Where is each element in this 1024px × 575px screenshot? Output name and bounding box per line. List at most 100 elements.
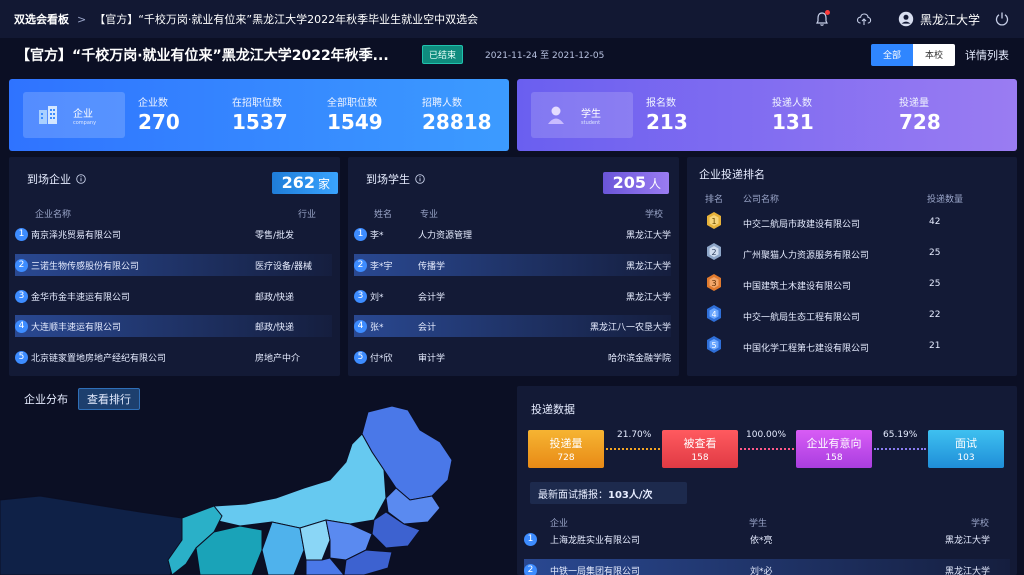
china-map[interactable] <box>0 400 510 575</box>
funnel-step-applications[interactable]: 投递量 728 <box>528 430 604 468</box>
rank-number: 5 <box>15 350 28 364</box>
company-count-unit: 家 <box>317 177 330 191</box>
breadcrumb-root[interactable]: 双选会看板 <box>14 11 69 27</box>
student-stats-banner: 学生 student 报名数 213 投递人数 131 投递量 728 <box>517 79 1017 151</box>
rank-number: 2 <box>15 258 28 272</box>
table-header: 排名 公司名称 投递数量 <box>687 192 1017 206</box>
company-count-badge: 262 家 <box>271 172 338 194</box>
table-row[interactable]: 1 上海龙胜实业有限公司 依*亮 黑龙江大学 <box>524 528 1010 550</box>
notification-dot <box>824 10 830 15</box>
industry: 医疗设备/器械 <box>255 261 313 272</box>
enterprise-tag-label: 企业 <box>73 108 93 120</box>
rank-number: 5 <box>354 350 367 364</box>
funnel-step-viewed[interactable]: 被查看 158 <box>662 430 738 468</box>
enterprise-tag: 企业 company <box>23 92 125 138</box>
stat-value: 131 <box>772 110 814 134</box>
table-row[interactable]: 3 刘* 会计学 黑龙江大学 <box>354 285 671 307</box>
column-header: 姓名 <box>374 210 393 220</box>
info-icon[interactable] <box>415 174 425 184</box>
column-header: 企业名称 <box>35 210 72 220</box>
table-row[interactable]: 2 三诺生物传感股份有限公司 医疗设备/器械 <box>15 254 332 276</box>
student-tag-sublabel: student <box>581 119 601 126</box>
funnel-step-interview[interactable]: 面试 103 <box>928 430 1004 468</box>
rank-number: 5 <box>711 341 717 350</box>
table-header: 企业名称 行业 <box>9 207 340 221</box>
filter-school-button[interactable]: 本校 <box>913 43 955 66</box>
company-name: 中铁一局集团有限公司 <box>550 566 641 575</box>
rank-number: 3 <box>354 289 367 303</box>
table-row[interactable]: 2 中铁一局集团有限公司 刘*必 黑龙江大学 <box>524 559 1010 575</box>
arrived-students-title: 到场学生 <box>366 173 410 186</box>
table-row[interactable]: 5 北京链家置地房地产经纪有限公司 房地产中介 <box>15 346 332 368</box>
student-school: 黑龙江大学 <box>625 230 671 241</box>
rank-number: 2 <box>711 248 717 257</box>
company-name: 中交一航局生态工程有限公司 <box>743 313 861 323</box>
table-row[interactable]: 4 张* 会计 黑龙江八一农垦大学 <box>354 315 671 337</box>
detail-list-link[interactable]: 详情列表 <box>965 47 1009 63</box>
student-school: 黑龙江大学 <box>944 566 990 575</box>
table-row[interactable]: 1 南京泽兆贸易有限公司 零售/批发 <box>15 223 332 245</box>
ranking-row[interactable]: 3 中国建筑土木建设有限公司 25 <box>687 272 1017 296</box>
stat-value: 28818 <box>422 110 492 134</box>
rank-number: 4 <box>354 319 367 333</box>
power-icon[interactable] <box>994 11 1010 27</box>
company-name: 中交二航局市政建设有限公司 <box>743 220 861 230</box>
column-header: 公司名称 <box>743 195 780 205</box>
funnel-rate: 100.00% <box>746 430 787 440</box>
rank-number: 1 <box>354 227 367 241</box>
student-count: 205 <box>612 173 646 192</box>
arrived-students-panel: 到场学生 205 人 姓名 专业 学校 1 李* 人力资源管理 黑龙江大学 2 … <box>348 157 679 376</box>
table-row[interactable]: 4 大连顺丰速运有限公司 邮政/快递 <box>15 315 332 337</box>
student-major: 会计 <box>418 322 437 333</box>
funnel-step-interested[interactable]: 企业有意向 158 <box>796 430 872 468</box>
company-name: 大连顺丰速运有限公司 <box>31 322 122 333</box>
table-row[interactable]: 5 付*欣 审计学 哈尔滨金融学院 <box>354 346 671 368</box>
filter-all-button[interactable]: 全部 <box>871 43 913 66</box>
company-name: 金华市金丰速运有限公司 <box>31 292 131 303</box>
arrived-companies-title: 到场企业 <box>27 173 71 186</box>
ranking-row[interactable]: 4 中交一航局生态工程有限公司 22 <box>687 303 1017 327</box>
stat-label: 报名数 <box>646 98 676 109</box>
delivery-count: 42 <box>929 217 941 227</box>
industry: 邮政/快递 <box>255 322 295 333</box>
top-bar: 双选会看板 > 【官方】“千校万岗·就业有位来”黑龙江大学2022年秋季毕业生就… <box>0 0 1024 38</box>
ranking-row[interactable]: 1 中交二航局市政建设有限公司 42 <box>687 210 1017 234</box>
ranking-row[interactable]: 2 广州聚猫人力资源服务有限公司 25 <box>687 241 1017 265</box>
delivery-ranking-title: 企业投递排名 <box>699 168 765 181</box>
company-count: 262 <box>281 173 315 192</box>
building-icon <box>39 106 57 124</box>
current-school-name[interactable]: 黑龙江大学 <box>920 11 980 28</box>
table-row[interactable]: 2 李*宇 传播学 黑龙江大学 <box>354 254 671 276</box>
user-avatar-icon[interactable] <box>898 11 914 27</box>
table-row[interactable]: 3 金华市金丰速运有限公司 邮政/快递 <box>15 285 332 307</box>
stat-applicants: 投递人数 131 <box>772 94 814 134</box>
company-name: 南京泽兆贸易有限公司 <box>31 230 122 241</box>
rank-number: 1 <box>524 532 537 546</box>
student-name: 刘* <box>370 292 384 303</box>
column-header: 专业 <box>420 210 439 220</box>
cloud-upload-icon[interactable] <box>856 11 872 27</box>
funnel-step-label: 被查看 <box>683 437 717 450</box>
scope-toggle: 全部 本校 <box>871 43 955 66</box>
company-name: 三诺生物传感股份有限公司 <box>31 261 140 272</box>
enterprise-tag-sublabel: company <box>73 119 97 126</box>
stat-label: 招聘人数 <box>422 98 462 109</box>
arrived-companies-panel: 到场企业 262 家 企业名称 行业 1 南京泽兆贸易有限公司 零售/批发 2 … <box>9 157 340 376</box>
broadcast-value: 103人/次 <box>608 489 653 501</box>
rank-number: 4 <box>711 310 717 319</box>
table-row[interactable]: 1 李* 人力资源管理 黑龙江大学 <box>354 223 671 245</box>
student-school: 哈尔滨金融学院 <box>607 353 671 364</box>
student-major: 传播学 <box>418 261 446 272</box>
bell-icon[interactable] <box>814 10 830 27</box>
table-header: 姓名 专业 学校 <box>348 207 679 221</box>
student-major: 审计学 <box>418 353 446 364</box>
info-icon[interactable] <box>76 174 86 184</box>
student-school: 黑龙江大学 <box>625 292 671 303</box>
top-right-actions: 黑龙江大学 <box>792 10 1010 28</box>
ranking-row[interactable]: 5 中国化学工程第七建设有限公司 21 <box>687 334 1017 358</box>
delivery-data-title: 投递数据 <box>531 403 575 416</box>
company-name: 上海龙胜实业有限公司 <box>550 535 641 546</box>
delivery-count: 21 <box>929 341 941 351</box>
funnel-step-value: 728 <box>557 453 575 463</box>
status-badge: 已结束 <box>422 45 464 64</box>
